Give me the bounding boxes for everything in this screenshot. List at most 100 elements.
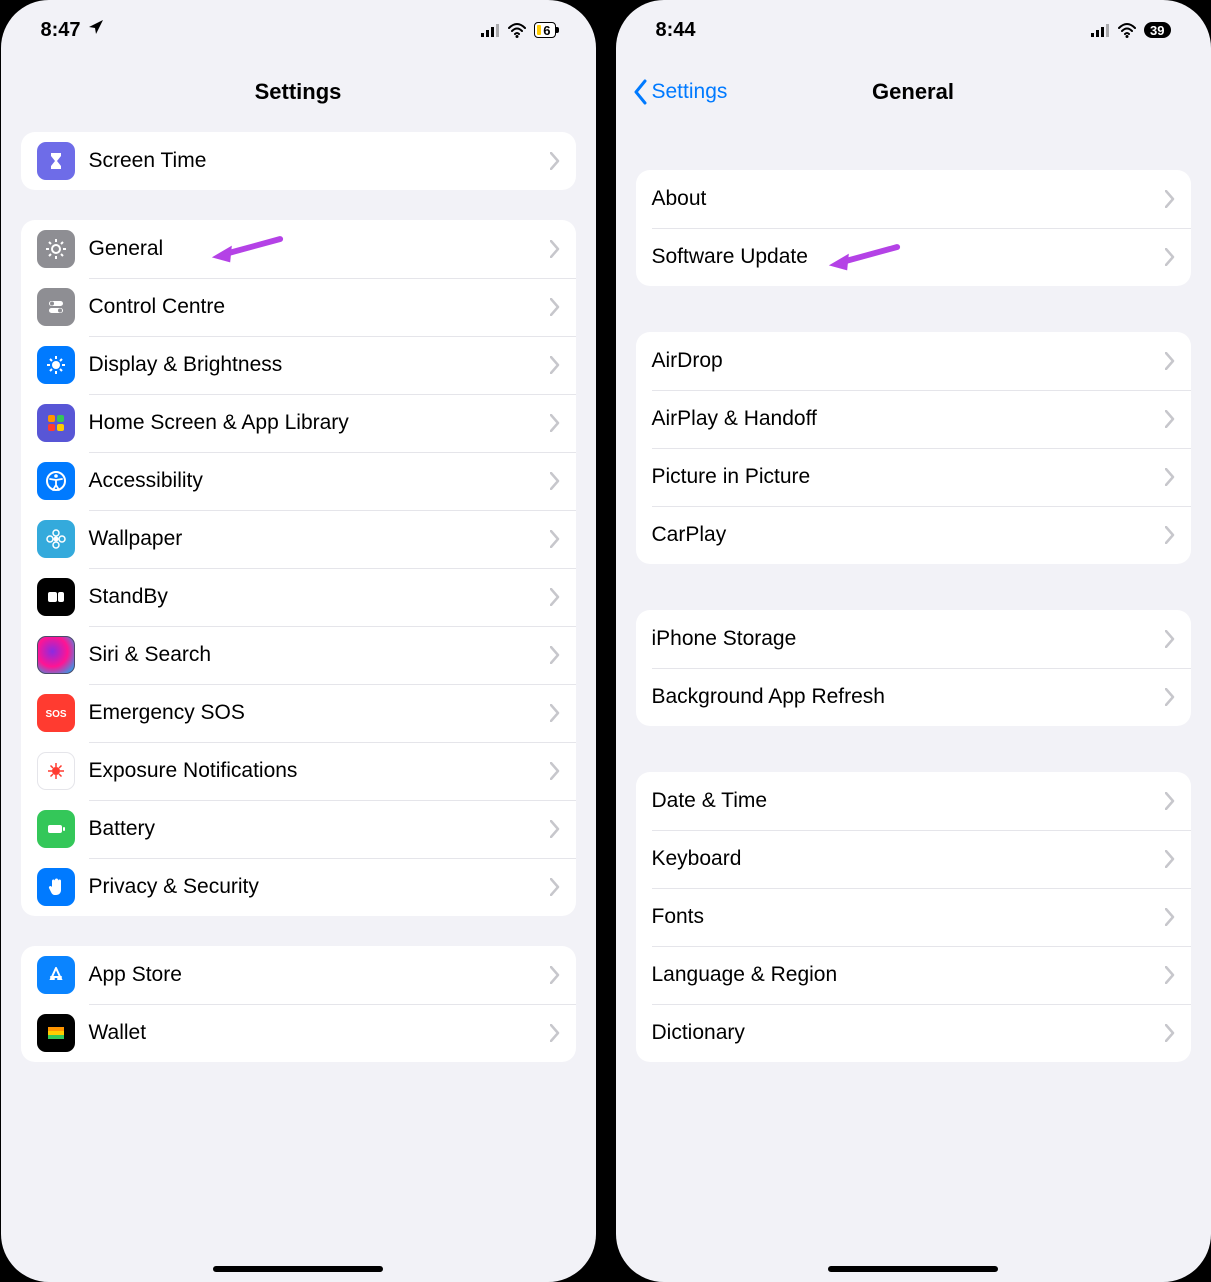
row-label: Screen Time [89,149,550,173]
grid-icon [37,404,75,442]
row-software-update[interactable]: Software Update [636,228,1191,286]
chevron-right-icon [550,646,560,664]
row-label: Exposure Notifications [89,759,550,783]
nav-header: Settings [1,60,596,124]
accessibility-icon [37,462,75,500]
battery-percent: 39 [1150,23,1164,38]
phone-right: 8:44 39 Settings General About [616,0,1211,1282]
chevron-right-icon [1165,526,1175,544]
row-label: Fonts [652,905,1165,929]
chevron-right-icon [550,414,560,432]
row-date-time[interactable]: Date & Time [636,772,1191,830]
battery-percent: 6 [543,23,550,38]
settings-list[interactable]: Screen Time General Control Centre [1,124,596,1282]
row-control-centre[interactable]: Control Centre [21,278,576,336]
row-label: Battery [89,817,550,841]
home-indicator[interactable] [213,1266,383,1272]
row-battery[interactable]: Battery [21,800,576,858]
row-fonts[interactable]: Fonts [636,888,1191,946]
chevron-right-icon [1165,908,1175,926]
chevron-right-icon [550,298,560,316]
virus-icon [37,752,75,790]
nav-header: Settings General [616,60,1211,124]
hand-icon [37,868,75,906]
home-indicator[interactable] [828,1266,998,1272]
row-pip[interactable]: Picture in Picture [636,448,1191,506]
row-label: Wallpaper [89,527,550,551]
chevron-right-icon [550,878,560,896]
row-label: AirPlay & Handoff [652,407,1165,431]
row-label: Control Centre [89,295,550,319]
row-label: Language & Region [652,963,1165,987]
row-standby[interactable]: StandBy [21,568,576,626]
row-exposure[interactable]: Exposure Notifications [21,742,576,800]
row-general[interactable]: General [21,220,576,278]
chevron-right-icon [1165,792,1175,810]
chevron-right-icon [1165,410,1175,428]
chevron-right-icon [550,762,560,780]
chevron-right-icon [1165,850,1175,868]
row-label: Picture in Picture [652,465,1165,489]
row-privacy[interactable]: Privacy & Security [21,858,576,916]
row-screen-time[interactable]: Screen Time [21,132,576,190]
chevron-right-icon [550,588,560,606]
toggles-icon [37,288,75,326]
general-list[interactable]: About Software Update AirDrop AirPlay & … [616,124,1211,1282]
row-label: Software Update [652,245,1165,269]
chevron-right-icon [550,704,560,722]
chevron-right-icon [1165,630,1175,648]
row-wallpaper[interactable]: Wallpaper [21,510,576,568]
row-label: iPhone Storage [652,627,1165,651]
row-label: App Store [89,963,550,987]
chevron-right-icon [550,820,560,838]
chevron-left-icon [632,79,650,105]
hourglass-icon [37,142,75,180]
row-display-brightness[interactable]: Display & Brightness [21,336,576,394]
row-app-store[interactable]: App Store [21,946,576,1004]
wallet-icon [37,1014,75,1052]
battery-indicator: 6 [534,22,555,38]
row-label: Dictionary [652,1021,1165,1045]
row-label: StandBy [89,585,550,609]
sos-icon [37,694,75,732]
appstore-icon [37,956,75,994]
back-label: Settings [652,80,728,104]
settings-group: General Control Centre Display & Brightn… [21,220,576,916]
status-time: 8:47 [41,19,81,42]
chevron-right-icon [1165,1024,1175,1042]
row-airdrop[interactable]: AirDrop [636,332,1191,390]
sun-icon [37,346,75,384]
row-iphone-storage[interactable]: iPhone Storage [636,610,1191,668]
row-about[interactable]: About [636,170,1191,228]
row-bg-refresh[interactable]: Background App Refresh [636,668,1191,726]
row-carplay[interactable]: CarPlay [636,506,1191,564]
status-bar: 8:47 6 [1,0,596,60]
settings-group: App Store Wallet [21,946,576,1062]
chevron-right-icon [1165,352,1175,370]
chevron-right-icon [550,240,560,258]
siri-icon [37,636,75,674]
battery-icon [37,810,75,848]
row-accessibility[interactable]: Accessibility [21,452,576,510]
row-keyboard[interactable]: Keyboard [636,830,1191,888]
settings-group: AirDrop AirPlay & Handoff Picture in Pic… [636,332,1191,564]
location-icon [87,18,105,42]
chevron-right-icon [1165,190,1175,208]
row-home-screen[interactable]: Home Screen & App Library [21,394,576,452]
wifi-icon [1118,22,1136,38]
chevron-right-icon [550,1024,560,1042]
cellular-icon [481,24,500,37]
row-language-region[interactable]: Language & Region [636,946,1191,1004]
row-siri[interactable]: Siri & Search [21,626,576,684]
back-button[interactable]: Settings [632,79,728,105]
row-airplay[interactable]: AirPlay & Handoff [636,390,1191,448]
row-dictionary[interactable]: Dictionary [636,1004,1191,1062]
row-wallet[interactable]: Wallet [21,1004,576,1062]
chevron-right-icon [1165,688,1175,706]
row-sos[interactable]: Emergency SOS [21,684,576,742]
row-label: Accessibility [89,469,550,493]
row-label: Keyboard [652,847,1165,871]
row-label: Wallet [89,1021,550,1045]
row-label: Privacy & Security [89,875,550,899]
battery-indicator: 39 [1144,22,1170,38]
